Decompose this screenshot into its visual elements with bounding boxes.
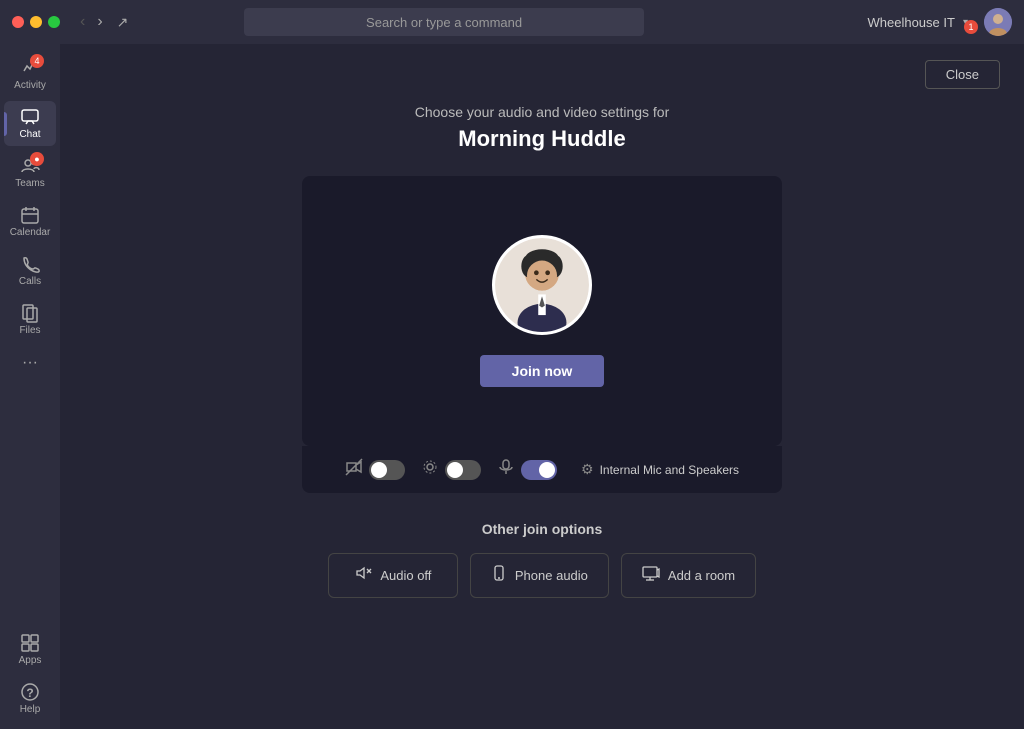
calendar-label: Calendar — [10, 227, 51, 238]
activity-label: Activity — [14, 80, 46, 91]
sidebar-item-activity[interactable]: 4 Activity — [4, 52, 56, 97]
mic-control — [497, 458, 557, 481]
mic-toggle[interactable] — [521, 460, 557, 480]
other-join-options: Other join options Audio off — [328, 521, 756, 598]
svg-text:?: ? — [26, 686, 33, 700]
add-room-button[interactable]: Add a room — [621, 553, 756, 598]
audio-device-selector[interactable]: ⚙ Internal Mic and Speakers — [581, 461, 739, 478]
forward-arrow[interactable]: › — [93, 11, 106, 33]
video-off-icon — [345, 458, 363, 481]
maximize-window-button[interactable] — [48, 16, 60, 28]
files-icon — [20, 303, 40, 323]
user-area: Wheelhouse IT ▾ 1 — [868, 8, 1012, 36]
main-layout: 4 Activity Chat ● — [0, 44, 1024, 729]
blur-icon — [421, 458, 439, 481]
pre-join-panel: Choose your audio and video settings for… — [60, 104, 1024, 598]
help-label: Help — [20, 704, 41, 715]
phone-audio-button[interactable]: Phone audio — [470, 553, 609, 598]
minimize-window-button[interactable] — [30, 16, 42, 28]
apps-label: Apps — [19, 655, 42, 666]
sidebar-item-files[interactable]: Files — [4, 297, 56, 342]
search-placeholder: Search or type a command — [366, 15, 522, 30]
traffic-lights — [12, 16, 60, 28]
nav-arrows: ‹ › — [76, 11, 107, 33]
blur-control — [421, 458, 481, 481]
more-options-dots[interactable]: ··· — [14, 346, 46, 380]
audio-off-icon — [354, 564, 372, 587]
blur-toggle-thumb — [447, 462, 463, 478]
activity-badge: 4 — [30, 54, 44, 68]
gear-icon: ⚙ — [581, 461, 594, 478]
chat-label: Chat — [19, 129, 40, 140]
video-control — [345, 458, 405, 481]
sidebar-item-help[interactable]: ? Help — [4, 676, 56, 721]
mic-icon — [497, 458, 515, 481]
user-name: Wheelhouse IT — [868, 15, 955, 30]
sidebar-item-chat[interactable]: Chat — [4, 101, 56, 146]
calendar-icon — [20, 205, 40, 225]
close-window-button[interactable] — [12, 16, 24, 28]
mic-toggle-thumb — [539, 462, 555, 478]
title-bar: ‹ › ↗ Search or type a command Wheelhous… — [0, 0, 1024, 44]
close-button[interactable]: Close — [925, 60, 1000, 89]
activity-icon: 4 — [20, 58, 40, 78]
chat-icon — [20, 107, 40, 127]
phone-icon — [491, 565, 507, 586]
teams-label: Teams — [15, 178, 44, 189]
room-icon — [642, 565, 660, 586]
sidebar-item-apps[interactable]: Apps — [4, 627, 56, 672]
sidebar-item-teams[interactable]: ● Teams — [4, 150, 56, 195]
meeting-title: Morning Huddle — [458, 126, 625, 152]
prejoin-subtitle: Choose your audio and video settings for — [415, 104, 670, 120]
join-now-button[interactable]: Join now — [480, 355, 605, 387]
user-avatar-preview — [492, 235, 592, 335]
calls-label: Calls — [19, 276, 41, 287]
external-link-icon[interactable]: ↗ — [117, 14, 129, 31]
search-bar[interactable]: Search or type a command — [244, 8, 644, 36]
blur-toggle[interactable] — [445, 460, 481, 480]
controls-row: ⚙ Internal Mic and Speakers — [302, 446, 782, 493]
other-options-title: Other join options — [482, 521, 603, 537]
files-label: Files — [19, 325, 40, 336]
sidebar: 4 Activity Chat ● — [0, 44, 60, 729]
content-area: Close Choose your audio and video settin… — [60, 44, 1024, 729]
calls-icon — [20, 254, 40, 274]
teams-badge: ● — [30, 152, 44, 166]
video-toggle-thumb — [371, 462, 387, 478]
apps-icon — [20, 633, 40, 653]
back-arrow[interactable]: ‹ — [76, 11, 89, 33]
help-icon: ? — [20, 682, 40, 702]
notification-badge: 1 — [964, 20, 978, 34]
video-toggle[interactable] — [369, 460, 405, 480]
video-preview: Join now — [302, 176, 782, 446]
sidebar-item-calls[interactable]: Calls — [4, 248, 56, 293]
device-name: Internal Mic and Speakers — [600, 463, 739, 477]
add-room-label: Add a room — [668, 568, 735, 583]
audio-off-label: Audio off — [380, 568, 431, 583]
user-avatar[interactable] — [984, 8, 1012, 36]
phone-audio-label: Phone audio — [515, 568, 588, 583]
options-row: Audio off Phone audio — [328, 553, 756, 598]
audio-off-button[interactable]: Audio off — [328, 553, 458, 598]
teams-icon: ● — [20, 156, 40, 176]
sidebar-item-calendar[interactable]: Calendar — [4, 199, 56, 244]
